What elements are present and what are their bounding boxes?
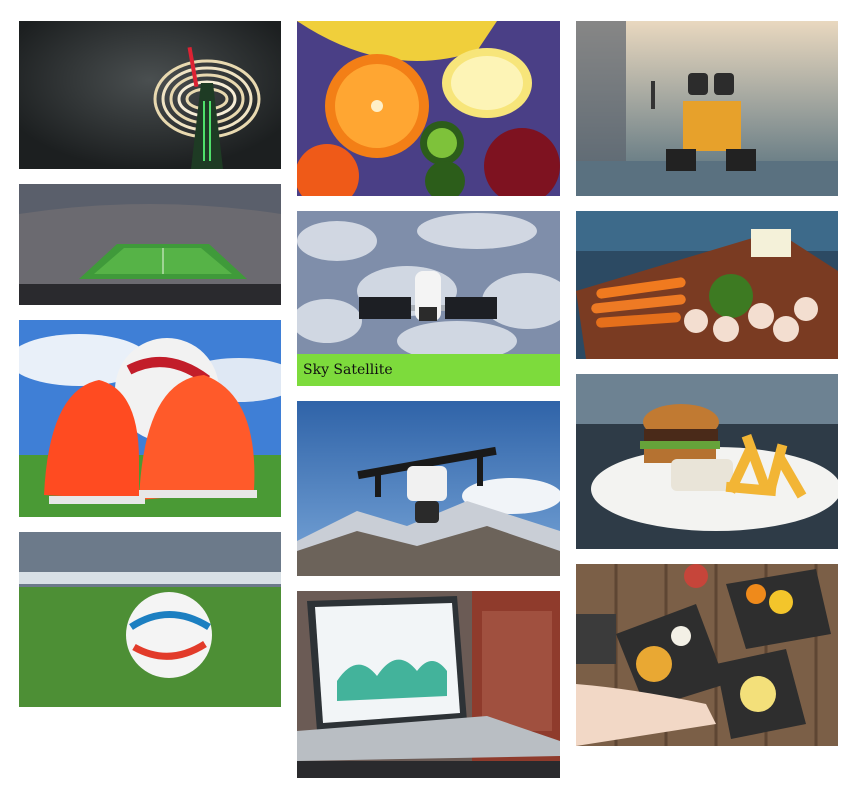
vegetables-image — [576, 211, 838, 359]
football-field-image — [19, 532, 281, 707]
gallery-image-robot-toy[interactable] — [576, 21, 838, 196]
gallery-image-football-field[interactable] — [19, 532, 281, 707]
gallery-image-light-tower[interactable] — [19, 21, 281, 169]
gallery-image-fruits[interactable] — [297, 21, 560, 196]
laptop-image — [297, 591, 560, 778]
food-table-image — [576, 564, 838, 746]
stadium-image — [19, 184, 281, 305]
drone-image — [297, 401, 560, 576]
satellite-caption: Sky Satellite — [297, 354, 560, 386]
gallery-image-laptop-dashboard[interactable] — [297, 591, 560, 778]
gallery-image-sky-satellite[interactable]: Sky Satellite — [297, 211, 560, 386]
fruits-image — [297, 21, 560, 196]
gallery-image-vegetables-board[interactable] — [576, 211, 838, 359]
gallery-image-food-table[interactable] — [576, 564, 838, 746]
gallery-image-drone[interactable] — [297, 401, 560, 576]
football-boots-image — [19, 320, 281, 517]
gallery-image-burger-fries[interactable] — [576, 374, 838, 549]
burger-image — [576, 374, 838, 549]
gallery-image-football-boots[interactable] — [19, 320, 281, 517]
light-tower-image — [19, 21, 281, 169]
gallery-image-stadium[interactable] — [19, 184, 281, 305]
robot-toy-image — [576, 21, 838, 196]
